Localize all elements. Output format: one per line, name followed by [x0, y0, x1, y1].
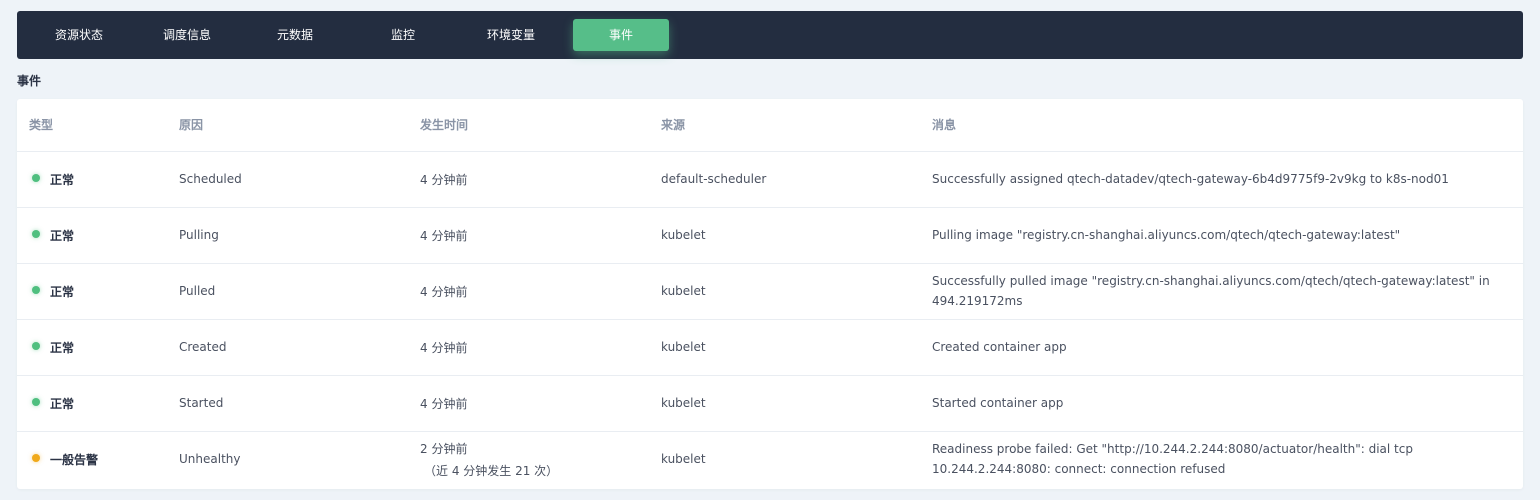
tab-scheduling-info[interactable]: 调度信息	[141, 19, 233, 51]
table-row: 正常 Created 4 分钟前 kubelet Created contain…	[17, 319, 1523, 376]
source-cell: kubelet	[649, 375, 920, 432]
source-cell: kubelet	[649, 207, 920, 264]
status-label: 正常	[50, 228, 75, 243]
type-cell: 一般告警	[17, 431, 167, 487]
status-label: 正常	[50, 284, 75, 299]
status-dot-icon	[32, 398, 40, 406]
message-cell: Readiness probe failed: Get "http://10.2…	[932, 442, 1413, 477]
reason-cell: Pulling	[167, 207, 408, 264]
type-cell: 正常	[17, 207, 167, 264]
message-cell: Started container app	[920, 375, 1523, 432]
tab-env-vars[interactable]: 环境变量	[465, 19, 557, 51]
table-row: 一般告警 Unhealthy 2 分钟前 （近 4 分钟发生 21 次） kub…	[17, 431, 1523, 487]
tab-resource-status[interactable]: 资源状态	[33, 19, 125, 51]
status-dot-icon	[32, 230, 40, 238]
reason-cell: Scheduled	[167, 151, 408, 208]
events-table: 类型 原因 发生时间 来源 消息 正常 Scheduled 4 分钟前 defa…	[17, 99, 1523, 487]
table-row: 正常 Pulling 4 分钟前 kubelet Pulling image "…	[17, 207, 1523, 264]
reason-cell: Pulled	[167, 263, 408, 320]
status-label: 正常	[50, 172, 75, 187]
type-cell: 正常	[17, 375, 167, 432]
column-header-reason: 原因	[167, 99, 408, 152]
tab-metadata[interactable]: 元数据	[249, 19, 341, 51]
tab-monitoring[interactable]: 监控	[357, 19, 449, 51]
table-header-row: 类型 原因 发生时间 来源 消息	[17, 99, 1523, 152]
type-cell: 正常	[17, 151, 167, 208]
source-cell: kubelet	[649, 263, 920, 320]
status-label: 一般告警	[50, 452, 99, 467]
message-cell: Pulling image "registry.cn-shanghai.aliy…	[920, 207, 1523, 264]
column-header-type: 类型	[17, 99, 167, 152]
reason-cell: Created	[167, 319, 408, 376]
time-cell: 4 分钟前	[408, 207, 649, 264]
source-cell: kubelet	[661, 452, 706, 467]
table-row: 正常 Scheduled 4 分钟前 default-scheduler Suc…	[17, 151, 1523, 208]
status-dot-icon	[32, 174, 40, 182]
status-dot-icon	[32, 342, 40, 350]
table-row: 正常 Started 4 分钟前 kubelet Started contain…	[17, 375, 1523, 432]
message-cell: Successfully assigned qtech-datadev/qtec…	[920, 151, 1523, 208]
tab-bar: 资源状态 调度信息 元数据 监控 环境变量 事件	[17, 11, 1523, 59]
section-title: 事件	[17, 74, 42, 88]
status-label: 正常	[50, 340, 75, 355]
time-value: 2 分钟前	[420, 441, 468, 456]
time-occurrence-note: （近 4 分钟发生 21 次）	[424, 463, 559, 478]
type-cell: 正常	[17, 319, 167, 376]
table-row: 正常 Pulled 4 分钟前 kubelet Successfully pul…	[17, 263, 1523, 320]
status-dot-icon	[32, 286, 40, 294]
source-cell: default-scheduler	[649, 151, 920, 208]
time-cell: 2 分钟前 （近 4 分钟发生 21 次）	[408, 431, 649, 487]
status-label: 正常	[50, 396, 75, 411]
reason-cell: Started	[167, 375, 408, 432]
type-cell: 正常	[17, 263, 167, 320]
time-cell: 4 分钟前	[408, 319, 649, 376]
time-cell: 4 分钟前	[408, 151, 649, 208]
time-cell: 4 分钟前	[408, 263, 649, 320]
status-dot-icon	[32, 454, 40, 463]
column-header-source: 来源	[649, 99, 920, 152]
source-cell: kubelet	[649, 319, 920, 376]
reason-cell: Unhealthy	[179, 452, 241, 467]
events-table-card: 类型 原因 发生时间 来源 消息 正常 Scheduled 4 分钟前 defa…	[17, 99, 1523, 489]
message-cell: Created container app	[920, 319, 1523, 376]
time-cell: 4 分钟前	[408, 375, 649, 432]
message-cell: Successfully pulled image "registry.cn-s…	[920, 263, 1523, 320]
tab-events[interactable]: 事件	[573, 19, 669, 51]
column-header-time: 发生时间	[408, 99, 649, 152]
column-header-message: 消息	[920, 99, 1523, 152]
